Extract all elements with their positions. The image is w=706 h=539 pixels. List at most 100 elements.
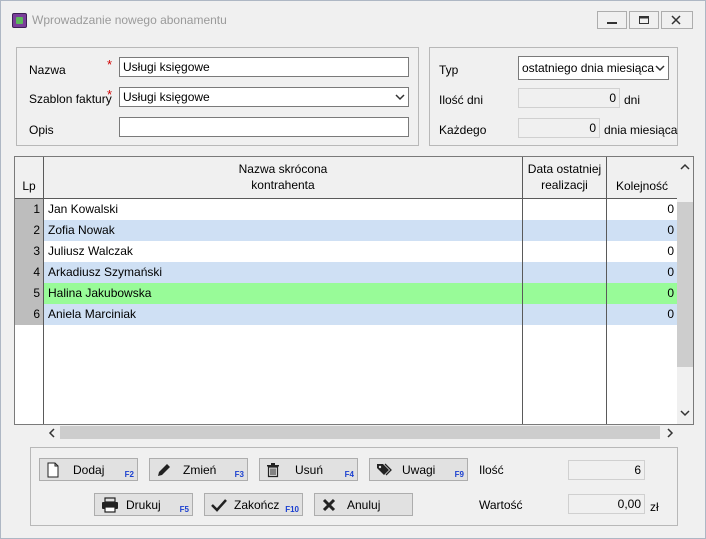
scrollbar-thumb[interactable] [60,426,660,439]
vertical-scrollbar[interactable] [677,157,693,424]
order-value: 0 [667,286,674,300]
order-value: 0 [667,265,674,279]
pencil-icon [158,464,170,476]
scroll-down-icon[interactable] [680,409,690,417]
table-row[interactable]: 4 Arkadiusz Szymański 0 [15,262,677,283]
tags-icon [377,463,392,476]
print-button-shortcut: F5 [179,505,189,514]
required-mark: * [107,87,113,102]
table-row[interactable]: 5 Halina Jakubowska 0 [15,283,677,304]
szablon-value: Usługi księgowe [123,90,210,104]
row-number: 3 [15,241,44,262]
szablon-label: Szablon faktury [29,92,112,106]
title-bar: Wprowadzanie nowego abonamentu [1,1,705,37]
order-value: 0 [667,307,674,321]
order-value: 0 [667,202,674,216]
edit-button-label: Zmień [183,463,217,477]
restore-icon [639,16,649,24]
nazwa-input[interactable]: Usługi księgowe [119,57,409,77]
contractor-name: Arkadiusz Szymański [44,262,523,283]
table-header: Lp Nazwa skrócona kontrahenta Data ostat… [15,157,677,199]
last-realization-date [523,304,607,325]
typ-combobox[interactable]: ostatniego dnia miesiąca [518,56,669,80]
close-button[interactable] [661,11,693,29]
last-realization-date [523,241,607,262]
contractor-name: Jan Kowalski [44,199,523,220]
subscribers-table[interactable]: Lp Nazwa skrócona kontrahenta Data ostat… [14,156,694,425]
typ-value: ostatniego dnia miesiąca [522,61,655,75]
notes-button-label: Uwagi [402,463,436,477]
kazdego-unit: dnia miesiąca [604,123,678,137]
scroll-up-icon[interactable] [680,163,690,171]
column-header-lp[interactable]: Lp [15,157,44,198]
add-button-label: Dodaj [73,463,105,477]
contractor-name: Zofia Nowak [44,220,523,241]
cancel-button-label: Anuluj [347,498,381,512]
close-icon [671,15,681,25]
ilosc-label: Ilość [479,463,504,477]
chevron-down-icon [655,65,665,72]
finish-button-label: Zakończ [234,498,280,512]
dialog-window: Wprowadzanie nowego abonamentu Nazwa * U… [0,0,706,539]
wartosc-label: Wartość [479,498,523,512]
delete-button-label: Usuń [295,463,324,477]
ilosc-dni-label: Ilość dni [439,93,484,107]
print-button[interactable]: Drukuj F5 [94,493,193,516]
typ-label: Typ [439,63,459,77]
row-number: 6 [15,304,44,325]
printer-icon [102,497,118,513]
restore-button[interactable] [629,11,659,29]
scroll-right-icon[interactable] [666,428,674,438]
row-number: 5 [15,283,44,304]
szablon-combobox[interactable]: Usługi księgowe [119,87,409,107]
ilosc-dni-input: 0 [518,88,620,108]
notes-button-shortcut: F9 [454,470,464,479]
wartosc-unit: zł [650,500,659,514]
nazwa-label: Nazwa [29,63,66,77]
minimize-button[interactable] [597,11,627,29]
wartosc-value: 0,00 [568,494,645,514]
notes-button[interactable]: Uwagi F9 [369,458,468,481]
check-icon [211,499,227,512]
print-button-label: Drukuj [126,498,161,512]
x-icon [322,498,336,512]
table-row[interactable]: 2 Zofia Nowak 0 [15,220,677,241]
contractor-name: Juliusz Walczak [44,241,523,262]
add-button-shortcut: F2 [124,470,134,479]
column-header-name[interactable]: Nazwa skrócona kontrahenta [44,157,523,198]
trash-icon [267,463,279,478]
column-divider [522,199,523,424]
app-icon [12,13,27,28]
finish-button-shortcut: F10 [285,505,299,514]
table-row[interactable]: 1 Jan Kowalski 0 [15,199,677,220]
column-header-order[interactable]: Kolejność [607,157,677,198]
column-header-date[interactable]: Data ostatniej realizacji [523,157,607,198]
opis-label: Opis [29,123,54,137]
row-number: 2 [15,220,44,241]
opis-input[interactable] [119,117,409,137]
cancel-button[interactable]: Anuluj [314,493,413,516]
contractor-name: Halina Jakubowska [44,283,523,304]
delete-button[interactable]: Usuń F4 [259,458,358,481]
chevron-down-icon [395,94,405,101]
new-document-icon [47,462,59,478]
ilosc-dni-unit: dni [624,93,641,107]
row-number: 4 [15,262,44,283]
ilosc-value: 6 [568,460,645,480]
row-number: 1 [15,199,44,220]
kazdego-label: Każdego [439,123,487,137]
table-row[interactable]: 6 Aniela Marciniak 0 [15,304,677,325]
table-row[interactable]: 3 Juliusz Walczak 0 [15,241,677,262]
add-button[interactable]: Dodaj F2 [39,458,138,481]
contractor-name: Aniela Marciniak [44,304,523,325]
edit-button[interactable]: Zmień F3 [149,458,248,481]
scrollbar-thumb[interactable] [677,202,693,367]
required-mark: * [107,57,113,72]
order-value: 0 [667,223,674,237]
scroll-left-icon[interactable] [48,428,56,438]
kazdego-input: 0 [518,118,600,138]
column-divider [606,199,607,424]
finish-button[interactable]: Zakończ F10 [204,493,303,516]
horizontal-scrollbar[interactable] [44,425,678,440]
last-realization-date [523,283,607,304]
